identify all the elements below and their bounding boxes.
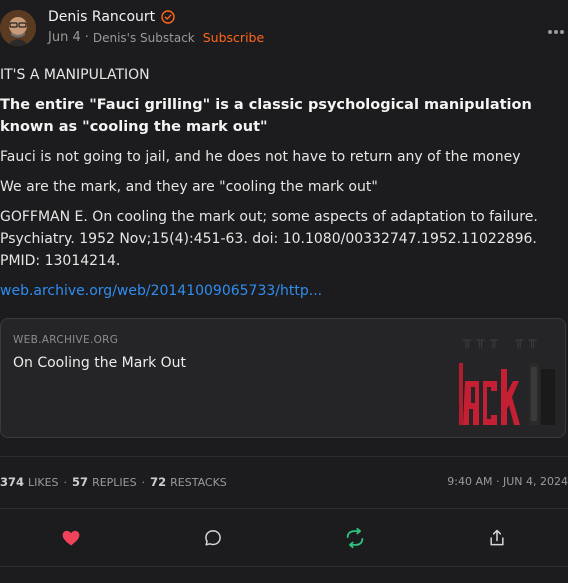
likes-count[interactable]: 374 [0, 475, 24, 489]
embed-thumbnail: ╥ ╥ ╥ ╥ ╥ [459, 329, 559, 429]
post-timestamp: 9:40 AM · JUN 4, 2024 [447, 475, 568, 488]
replies-count[interactable]: 57 [72, 475, 88, 489]
post-stats: 374 LIKES · 57 REPLIES · 72 RESTACKS [0, 475, 227, 489]
post-date[interactable]: Jun 4 [48, 30, 81, 45]
svg-text:╥ ╥ ╥: ╥ ╥ ╥ [462, 333, 499, 349]
embed-title: On Cooling the Mark Out [13, 355, 187, 371]
post-line: Fauci is not going to jail, and he does … [0, 149, 521, 165]
divider [0, 566, 568, 567]
verified-check-icon [161, 10, 175, 24]
post-line: IT'S A MANIPULATION [0, 67, 150, 83]
stats-separator: · [141, 475, 146, 489]
reply-button[interactable] [201, 526, 225, 550]
heart-icon [62, 530, 80, 546]
archive-link[interactable]: web.archive.org/web/20141009065733/http.… [0, 283, 322, 299]
post-body: IT'S A MANIPULATION The entire "Fauci gr… [0, 64, 560, 310]
svg-text:╥ ╥: ╥ ╥ [514, 333, 537, 349]
share-button[interactable] [485, 526, 509, 550]
publication-name[interactable]: Denis's Substack [93, 31, 195, 45]
divider [0, 456, 568, 457]
restacks-count[interactable]: 72 [150, 475, 166, 489]
share-icon [490, 529, 504, 546]
comment-bubble-icon [205, 530, 221, 546]
author-name[interactable]: Denis Rancourt [48, 9, 155, 25]
embed-domain: WEB.ARCHIVE.ORG [13, 334, 119, 346]
post-line: We are the mark, and they are "cooling t… [0, 179, 378, 195]
post-line-bold: The entire "Fauci grilling" is a classic… [0, 97, 532, 135]
replies-label[interactable]: REPLIES [92, 476, 137, 489]
stats-separator: · [63, 475, 68, 489]
action-bar [0, 510, 568, 566]
restack-button[interactable] [343, 526, 367, 550]
post-citation: GOFFMAN E. On cooling the mark out; some… [0, 209, 538, 269]
likes-label[interactable]: LIKES [28, 476, 59, 489]
like-button[interactable] [59, 526, 83, 550]
author-avatar[interactable] [0, 10, 36, 46]
restack-arrows-icon [346, 527, 364, 549]
post-header: Denis Rancourt Jun 4 · Denis's Substack … [0, 0, 568, 56]
restacks-label[interactable]: RESTACKS [170, 476, 227, 489]
meta-separator: · [84, 30, 89, 45]
link-embed-card[interactable]: WEB.ARCHIVE.ORG On Cooling the Mark Out … [0, 318, 566, 438]
divider [0, 508, 568, 509]
subscribe-button[interactable]: Subscribe [203, 30, 264, 45]
more-dots-icon[interactable] [548, 19, 566, 34]
